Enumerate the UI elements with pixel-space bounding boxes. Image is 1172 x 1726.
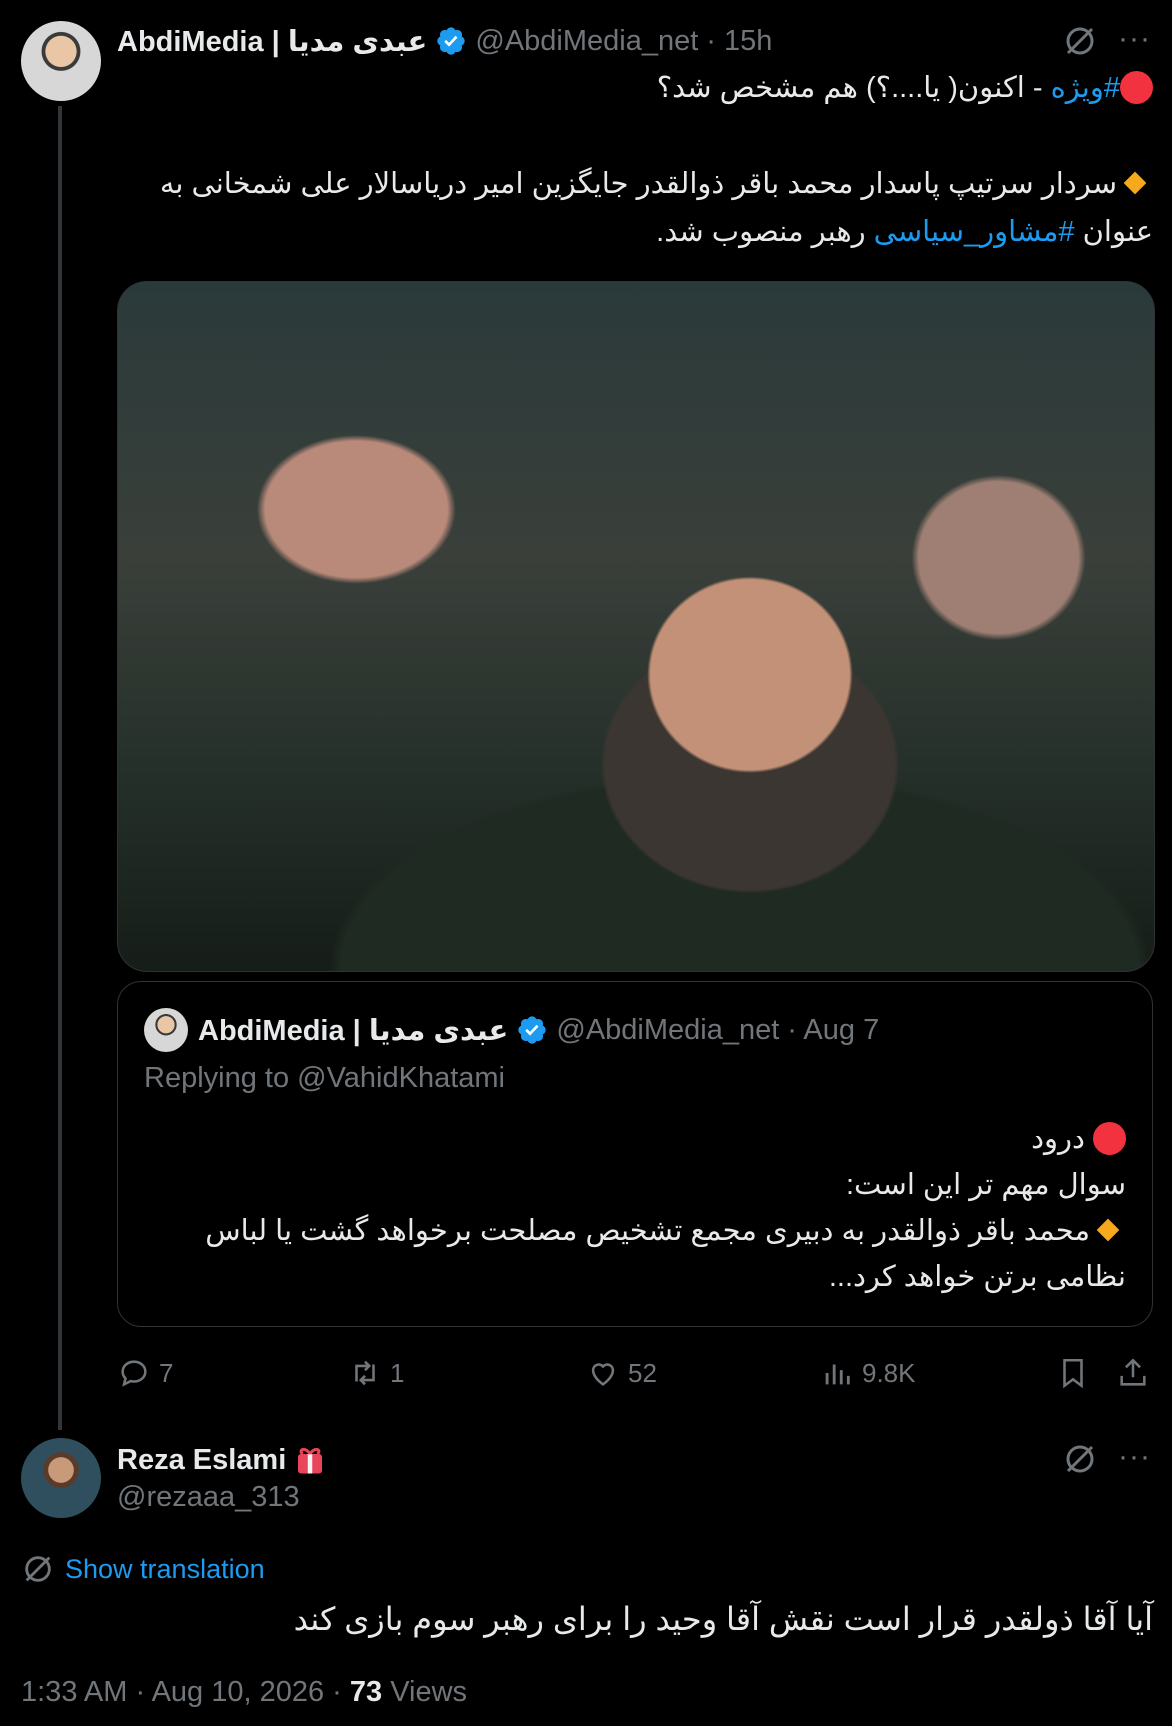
grok-icon[interactable] [1062, 1441, 1098, 1482]
reply-views-count: 73 [349, 1676, 383, 1708]
author-name[interactable]: AbdiMedia | عبدی مدیا [117, 24, 427, 59]
tweet-line-2: سردار سرتیپ پاسدار محمد باقر ذوالقدر جای… [117, 160, 1153, 208]
quote-line-2: سوال مهم تر این است: [845, 1169, 1126, 1201]
reply-views-label: Views [382, 1676, 468, 1708]
show-translation-label: Show translation [65, 1553, 265, 1584]
quote-date: · Aug 7 [787, 1013, 880, 1046]
reply-header: Reza Eslami [117, 1440, 328, 1480]
reply-text: آیا آقا ذولقدر قرار است نقش آقا وحید را … [293, 1601, 1153, 1637]
reply-author-name[interactable]: Reza Eslami [117, 1444, 286, 1477]
hashtag-link[interactable]: #ویژه [1051, 72, 1120, 104]
more-options-icon[interactable]: ··· [1118, 1440, 1151, 1474]
tweet-header: AbdiMedia | عبدی مدیا @AbdiMedia_net · 1… [117, 21, 772, 61]
quote-text: درود سوال مهم تر این است: محمد باقر ذوال… [144, 1116, 1126, 1300]
reply-icon [121, 1360, 147, 1387]
thread-line [58, 106, 62, 1430]
hashtag-link[interactable]: #مشاور_سیاسی [874, 216, 1075, 248]
quote-header: AbdiMedia | عبدی مدیا @AbdiMedia_net · A… [198, 1010, 879, 1050]
gift-icon [298, 1448, 323, 1474]
tweet-time[interactable]: · 15h [706, 25, 772, 58]
quote-author-handle: @AbdiMedia_net [556, 1013, 780, 1046]
quote-line-4: نظامی برتن خواهد کرد... [828, 1261, 1126, 1293]
reply-author-handle[interactable]: @rezaaa_313 [117, 1481, 300, 1514]
views-count: 9.8K [862, 1357, 916, 1388]
tweet-line-3: عنوان #مشاور_سیاسی رهبر منصوب شد. [117, 208, 1153, 256]
reply-meta: 1:33 AM · Aug 10, 2026 · 73 Views [21, 1676, 467, 1709]
like-button[interactable]: 52 [586, 1356, 657, 1390]
heart-icon [591, 1363, 615, 1386]
retweet-icon [355, 1360, 375, 1386]
quote-line-1: درود [144, 1116, 1126, 1162]
author-handle[interactable]: @AbdiMedia_net [475, 25, 698, 58]
tweet-line-2-text: سردار سرتیپ پاسدار محمد باقر ذوالقدر جای… [159, 168, 1117, 200]
orange-diamond-icon [1123, 171, 1147, 195]
quote-author-name: AbdiMedia | عبدی مدیا [198, 1014, 509, 1047]
reply-count: 7 [159, 1357, 174, 1388]
author-avatar[interactable] [21, 21, 101, 101]
reply-button[interactable]: 7 [117, 1356, 173, 1390]
show-translation-button[interactable]: Show translation [21, 1552, 265, 1586]
tweet-line-1-text: - اکنون( یا....؟) هم مشخص شد؟ [656, 72, 1051, 104]
views-icon [825, 1364, 850, 1385]
quote-tweet-card[interactable]: AbdiMedia | عبدی مدیا @AbdiMedia_net · A… [117, 981, 1153, 1327]
retweet-count: 1 [390, 1357, 405, 1388]
quote-line-1-text: درود [1031, 1123, 1085, 1155]
red-circle-icon [1120, 71, 1153, 104]
tweet-line-1: #ویژه - اکنون( یا....؟) هم مشخص شد؟ [117, 64, 1153, 112]
grok-icon[interactable] [1062, 23, 1098, 64]
bookmark-icon [1063, 1358, 1083, 1389]
verified-badge-icon [518, 1016, 547, 1044]
reply-author-avatar[interactable] [21, 1438, 101, 1518]
tweet-line-3-prefix: عنوان [1074, 216, 1153, 248]
reply-timestamp[interactable]: 1:33 AM · Aug 10, 2026 · [21, 1676, 350, 1708]
tweet-text: #ویژه - اکنون( یا....؟) هم مشخص شد؟ سردا… [117, 64, 1153, 256]
share-button[interactable] [1116, 1356, 1150, 1390]
red-circle-icon [1093, 1122, 1126, 1155]
tweet-line-3-text: رهبر منصوب شد. [656, 216, 874, 248]
replying-to: Replying to @VahidKhatami [144, 1062, 505, 1094]
like-count: 52 [628, 1357, 657, 1388]
quote-line-3-text: محمد باقر ذوالقدر به دبیری مجمع تشخیص مص… [205, 1215, 1090, 1247]
tweet-photo[interactable] [117, 281, 1155, 972]
translate-icon [25, 1556, 51, 1582]
orange-diamond-icon [1096, 1218, 1120, 1242]
quote-line-3: محمد باقر ذوالقدر به دبیری مجمع تشخیص مص… [144, 1208, 1126, 1254]
quote-author-avatar [144, 1008, 188, 1052]
share-icon [1120, 1358, 1146, 1386]
verified-badge-icon [437, 27, 466, 55]
views-button[interactable]: 9.8K [820, 1356, 916, 1390]
bookmark-button[interactable] [1056, 1356, 1090, 1390]
more-options-icon[interactable]: ··· [1118, 22, 1151, 56]
retweet-button[interactable]: 1 [348, 1356, 404, 1390]
